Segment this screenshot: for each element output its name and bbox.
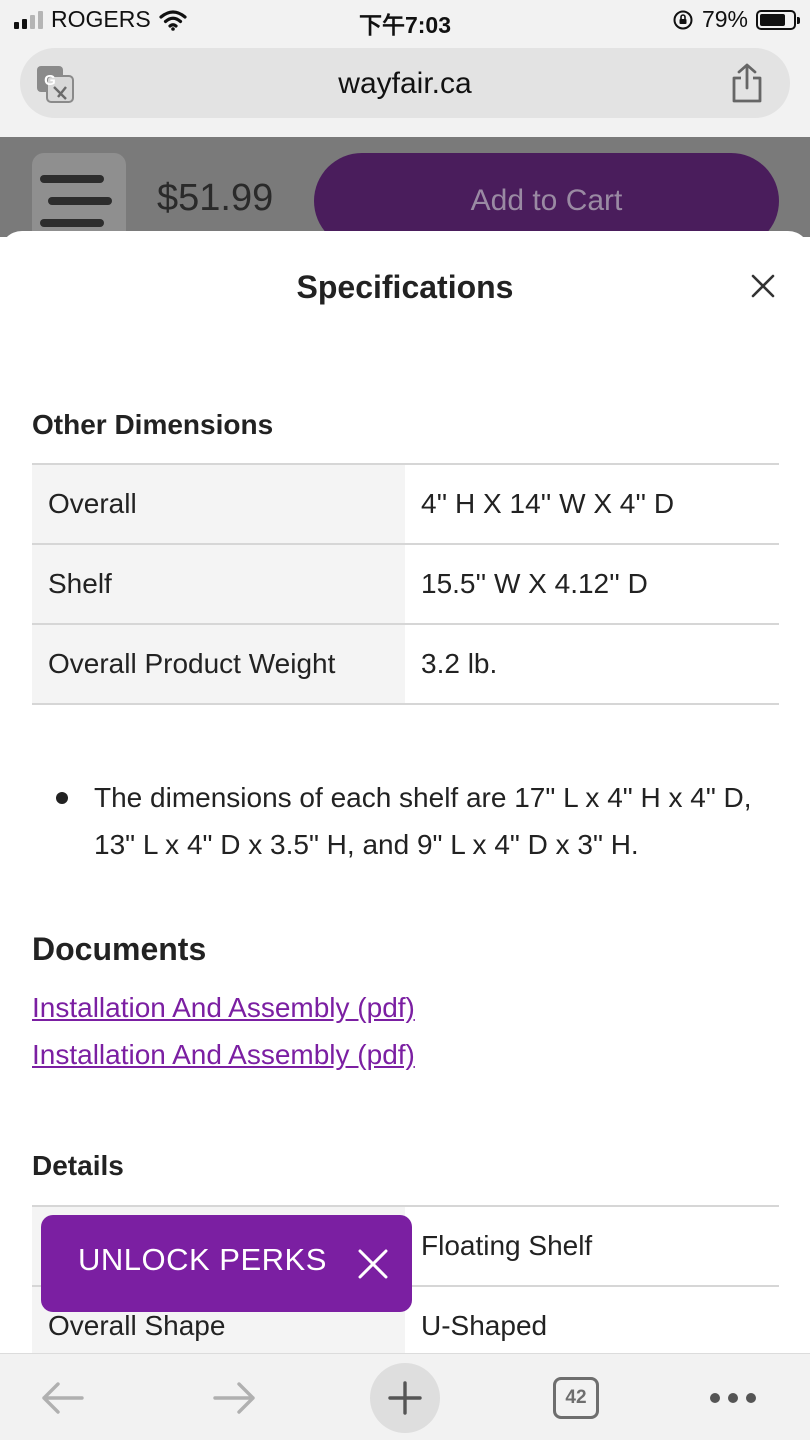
details-heading: Details xyxy=(32,1150,124,1181)
other-dimensions-heading: Other Dimensions xyxy=(32,409,274,440)
browser-top-bar: G wayfair.ca xyxy=(0,42,810,137)
more-icon xyxy=(710,1392,756,1403)
installation-pdf-link[interactable]: Installation And Assembly (pdf) xyxy=(32,1039,415,1071)
status-right: 79% xyxy=(672,6,800,33)
row-value: Floating Shelf xyxy=(421,1230,593,1261)
other-dimensions-table: Overall 4'' H X 14'' W X 4'' D Shelf 15.… xyxy=(32,463,779,705)
arrow-left-icon xyxy=(42,1381,84,1414)
close-icon[interactable] xyxy=(748,271,778,301)
more-menu-button[interactable] xyxy=(706,1354,760,1440)
row-label: Overall Product Weight xyxy=(32,625,405,703)
share-icon[interactable] xyxy=(730,62,764,104)
documents-heading: Documents xyxy=(32,931,207,967)
tab-count[interactable]: 42 xyxy=(553,1376,599,1419)
sheet-title: Specifications xyxy=(296,269,514,305)
battery-icon xyxy=(756,9,800,30)
row-value: 4'' H X 14'' W X 4'' D xyxy=(421,488,675,519)
status-bar: ROGERS 下午7:03 79% xyxy=(0,0,810,42)
new-tab-button[interactable] xyxy=(370,1354,440,1440)
row-label: Shelf xyxy=(32,545,405,623)
product-thumbnail xyxy=(32,153,126,237)
new-tab-circle[interactable] xyxy=(370,1362,440,1433)
add-to-cart-button[interactable]: Add to Cart xyxy=(314,153,779,237)
installation-pdf-link[interactable]: Installation And Assembly (pdf) xyxy=(32,992,415,1024)
row-label: Overall xyxy=(32,465,405,543)
arrow-right-icon xyxy=(213,1381,255,1414)
forward-button[interactable] xyxy=(205,1354,265,1440)
back-button[interactable] xyxy=(32,1354,92,1440)
address-bar[interactable]: G wayfair.ca xyxy=(20,48,790,118)
table-row: Shelf 15.5'' W X 4.12'' D xyxy=(32,545,779,625)
battery-fill xyxy=(760,13,786,26)
row-value: U-Shaped xyxy=(421,1310,548,1341)
browser-toolbar: 42 xyxy=(0,1353,810,1440)
url-text[interactable]: wayfair.ca xyxy=(20,67,790,101)
table-row: Overall Product Weight 3.2 lb. xyxy=(32,625,779,705)
battery-percent: 79% xyxy=(701,6,748,32)
rotation-lock-icon xyxy=(673,10,693,29)
plus-icon xyxy=(388,1380,422,1415)
unlock-perks-label[interactable]: UNLOCK PERKS xyxy=(78,1242,327,1278)
dimension-note: The dimensions of each shelf are 17" L x… xyxy=(56,774,786,868)
tabs-button[interactable]: 42 xyxy=(550,1354,602,1440)
close-icon[interactable] xyxy=(356,1247,390,1281)
row-value: 15.5'' W X 4.12'' D xyxy=(421,568,648,599)
unlock-perks-banner[interactable]: UNLOCK PERKS xyxy=(41,1215,412,1312)
page-overlay: $51.99 Add to Cart xyxy=(0,137,810,237)
table-row: Overall 4'' H X 14'' W X 4'' D xyxy=(32,465,779,545)
row-value: 3.2 lb. xyxy=(421,648,498,679)
product-price: $51.99 xyxy=(157,177,274,219)
dimension-note-text: The dimensions of each shelf are 17" L x… xyxy=(94,782,752,860)
bullet-icon xyxy=(56,792,68,804)
specifications-sheet: Specifications Other Dimensions Overall … xyxy=(0,231,810,1353)
